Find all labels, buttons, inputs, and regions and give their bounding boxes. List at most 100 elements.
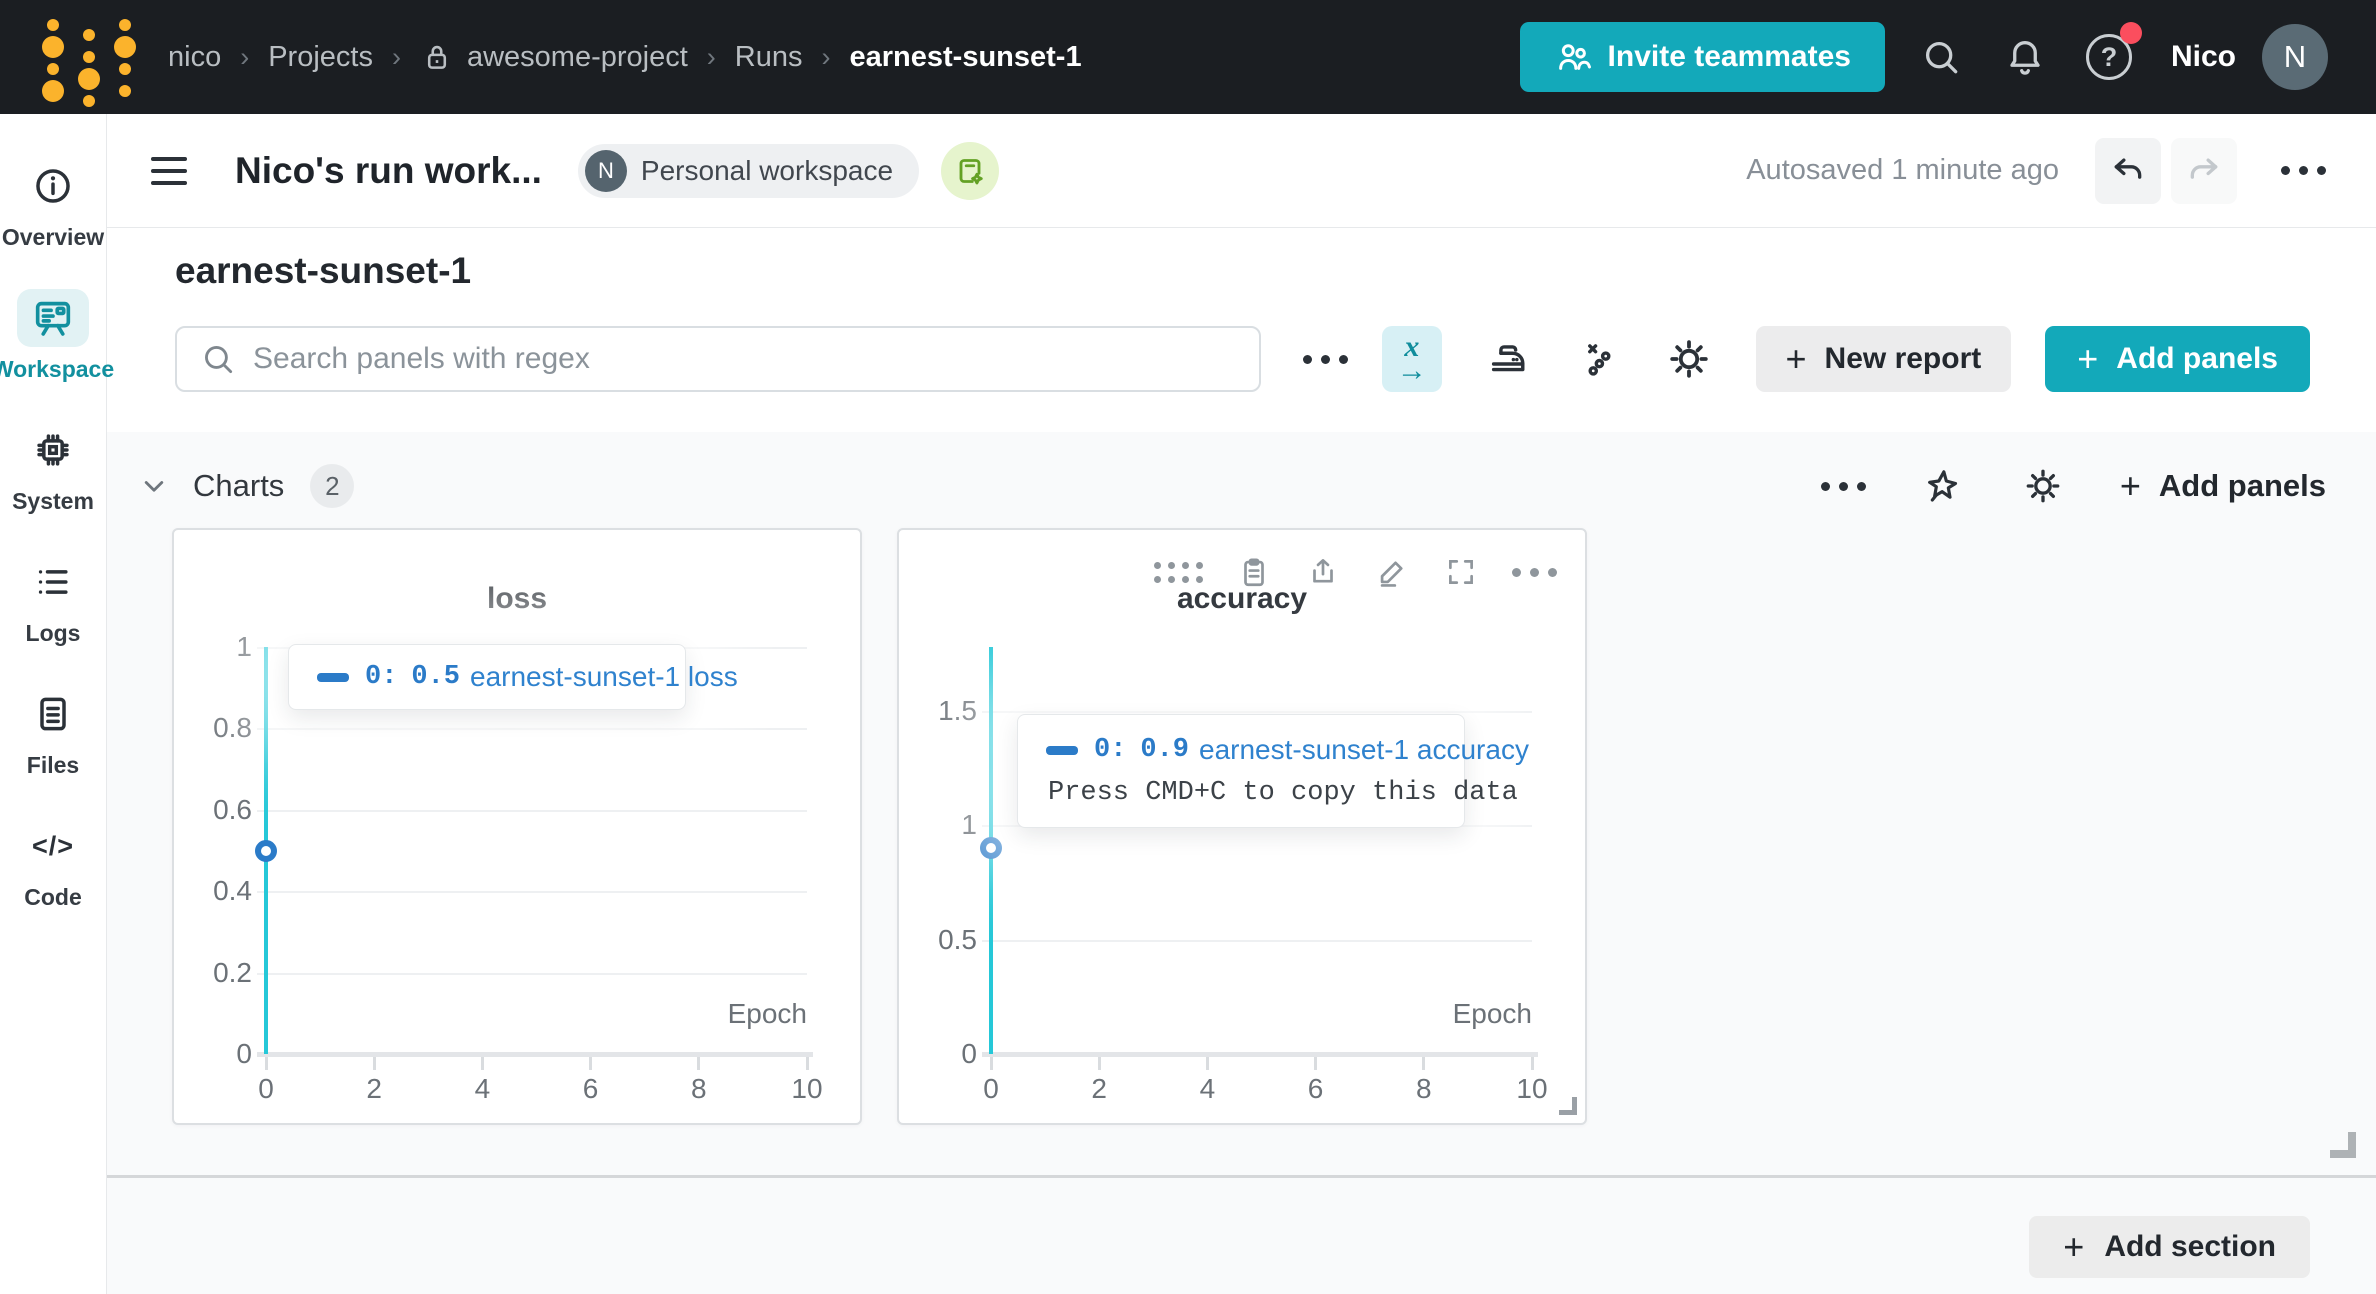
- x-tick-mark: [1314, 1057, 1318, 1070]
- notifications-bell-icon[interactable]: [1997, 29, 2053, 85]
- breadcrumb: nico › Projects › awesome-project › Runs…: [168, 40, 1082, 74]
- sidebar-item-label: Workspace: [0, 356, 115, 382]
- section-add-panels-label: Add panels: [2158, 468, 2326, 503]
- create-report-icon[interactable]: [941, 141, 1000, 200]
- panel-loss[interactable]: loss 0 0.2 0.4 0.6 0.8 1 0 2 4 6 8 10 Epoch 0: 0.5 e…: [172, 528, 862, 1125]
- autosave-status: Autosaved 1 minute ago: [1746, 154, 2059, 186]
- search-icon[interactable]: [1913, 29, 1969, 85]
- sidebar-item-logs[interactable]: Logs: [0, 534, 107, 666]
- breadcrumb-separator: ›: [706, 41, 716, 72]
- new-report-button[interactable]: + New report: [1755, 326, 2012, 392]
- charts-section: Charts 2 + Add panels loss 0 0.2 0.4 0.6…: [107, 432, 2376, 1294]
- breadcrumb-entity[interactable]: nico: [168, 41, 221, 74]
- x-tick-label: 6: [582, 1073, 599, 1104]
- workspace-header: Nico's run work... N Personal workspace …: [107, 114, 2376, 228]
- x-tick-label: 8: [691, 1073, 707, 1104]
- breadcrumb-separator: ›: [391, 41, 401, 72]
- add-section-label: Add section: [2104, 1230, 2276, 1263]
- add-panels-button[interactable]: + Add panels: [2045, 326, 2310, 392]
- avatar[interactable]: N: [2262, 24, 2328, 90]
- accuracy-crosshair-tooltip: 0: 0.9 earnest-sunset-1 accuracy Press C…: [1017, 714, 1529, 828]
- smoothing-iron-icon[interactable]: [1484, 332, 1533, 386]
- personal-workspace-badge[interactable]: N Personal workspace: [577, 143, 920, 198]
- redo-button[interactable]: [2171, 137, 2237, 204]
- sidebar-item-overview[interactable]: Overview: [0, 138, 107, 270]
- sidebar-item-label: Code: [24, 884, 82, 910]
- settings-gear-icon[interactable]: [1665, 332, 1714, 386]
- data-point[interactable]: [980, 837, 1002, 860]
- x-tick-label: 8: [1416, 1073, 1432, 1104]
- lock-icon: [420, 40, 454, 74]
- search-icon: [199, 340, 237, 378]
- document-icon: [17, 685, 89, 743]
- sidebar-item-files[interactable]: Files: [0, 666, 107, 798]
- info-icon: [17, 157, 89, 215]
- y-tick-label: 0.2: [213, 956, 252, 988]
- breadcrumb-separator: ›: [821, 41, 831, 72]
- gridline: [257, 972, 807, 975]
- workspace-title[interactable]: Nico's run work...: [235, 150, 542, 192]
- loss-crosshair-tooltip: 0: 0.5 earnest-sunset-1 loss: [288, 644, 738, 710]
- section-resize-handle[interactable]: [2330, 1132, 2356, 1158]
- y-tick-label: 0: [236, 1038, 252, 1069]
- chevron-down-icon[interactable]: [137, 469, 171, 503]
- tooltip-value: 0.5: [411, 662, 461, 692]
- sparkle-icon[interactable]: [1920, 463, 1966, 509]
- section-settings-gear-icon[interactable]: [2020, 463, 2066, 509]
- gridline: [982, 939, 1532, 942]
- panel-menu-icon[interactable]: [151, 156, 187, 185]
- y-tick-label: 0.5: [938, 923, 977, 955]
- undo-button[interactable]: [2095, 137, 2161, 204]
- wandb-logo-icon[interactable]: [42, 14, 146, 107]
- sidebar-item-label: Logs: [25, 620, 81, 646]
- x-tick-label: 0: [258, 1073, 274, 1104]
- search-input[interactable]: [253, 342, 1238, 376]
- breadcrumb-run-name[interactable]: earnest-sunset-1: [850, 41, 1082, 74]
- notification-dot: [2119, 22, 2142, 44]
- x-tick-mark: [1097, 1057, 1101, 1070]
- sidebar-item-label: System: [12, 488, 94, 514]
- sidebar-item-code[interactable]: </> Code: [0, 798, 107, 930]
- breadcrumb-projects[interactable]: Projects: [268, 41, 373, 74]
- workspace-overflow-menu-icon[interactable]: [2281, 166, 2326, 175]
- chip-icon: [17, 421, 89, 479]
- panel-search-box[interactable]: [175, 326, 1262, 392]
- charts-section-title[interactable]: Charts: [193, 468, 284, 504]
- section-add-panels-button[interactable]: + Add panels: [2120, 468, 2326, 504]
- charts-section-actions: + Add panels: [1820, 463, 2326, 509]
- plus-icon: +: [2063, 1226, 2085, 1267]
- loss-chart-plot[interactable]: 0 0.2 0.4 0.6 0.8 1 0 2 4 6 8 10 Epoch: [174, 530, 860, 1123]
- x-tick-mark: [1205, 1057, 1209, 1070]
- outliers-icon[interactable]: [1574, 332, 1623, 386]
- gridline: [982, 711, 1532, 713]
- section-overflow-menu-icon[interactable]: [1820, 481, 1866, 491]
- app-screen: nico › Projects › awesome-project › Runs…: [0, 0, 2376, 1294]
- list-icon: [17, 553, 89, 611]
- user-name[interactable]: Nico: [2171, 40, 2236, 74]
- top-navbar: nico › Projects › awesome-project › Runs…: [0, 0, 2376, 114]
- y-tick-label: 1: [236, 631, 252, 662]
- x-tick-mark: [589, 1057, 593, 1070]
- panel-resize-handle[interactable]: [1559, 1097, 1577, 1115]
- breadcrumb-runs[interactable]: Runs: [735, 41, 803, 74]
- breadcrumb-project[interactable]: awesome-project: [467, 41, 688, 74]
- sidebar-item-workspace[interactable]: Workspace: [0, 270, 114, 402]
- x-axis: [257, 1052, 813, 1057]
- x-axis-settings-button[interactable]: x →: [1382, 326, 1442, 392]
- sidebar-item-label: Overview: [1, 224, 105, 250]
- x-tick-mark: [264, 1057, 268, 1070]
- invite-teammates-button[interactable]: Invite teammates: [1519, 22, 1885, 92]
- search-options-menu-icon[interactable]: [1303, 354, 1349, 364]
- x-tick-label: 2: [1091, 1073, 1107, 1104]
- help-icon[interactable]: ?: [2081, 22, 2142, 85]
- add-section-button[interactable]: + Add section: [2029, 1216, 2310, 1278]
- panel-count-badge: 2: [310, 464, 355, 508]
- series-color-dash: [317, 672, 349, 682]
- data-point[interactable]: [255, 839, 277, 862]
- sidebar-item-system[interactable]: System: [0, 402, 107, 534]
- plus-icon: +: [1785, 338, 1807, 379]
- panel-accuracy[interactable]: accuracy 0 0.5 1 1.5 0 2 4 6 8 10 Epoch 0: 0.9 ear…: [897, 528, 1587, 1125]
- people-icon: [1554, 38, 1592, 76]
- workspace-badge-label: Personal workspace: [640, 154, 894, 186]
- run-sidebar: Overview Workspace System Logs Files </>…: [0, 114, 114, 1294]
